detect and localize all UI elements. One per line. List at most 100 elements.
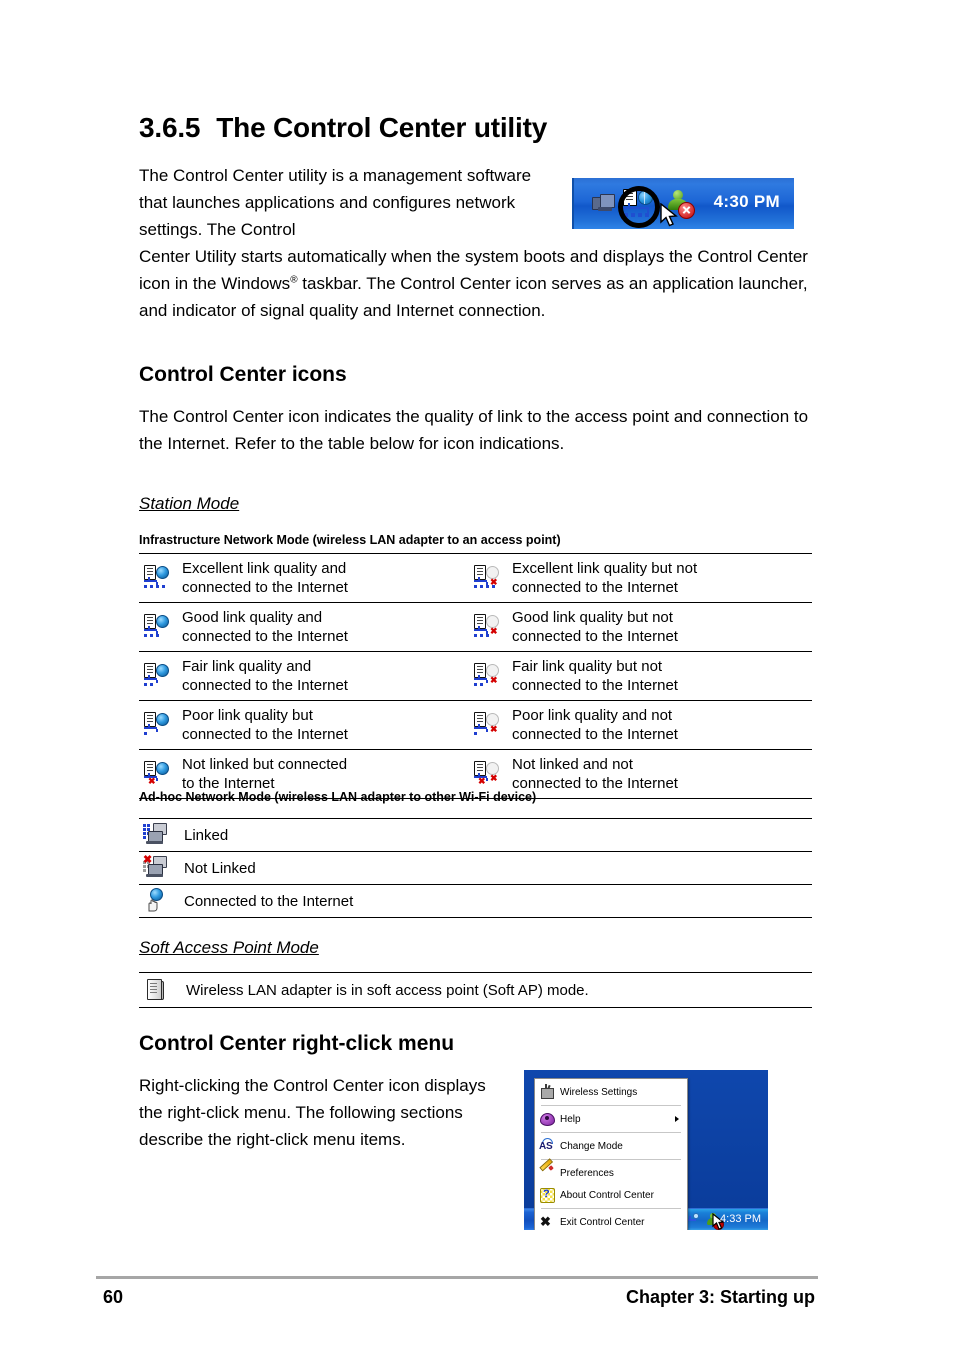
infrastructure-icon-table: Excellent link quality and connected to t… — [139, 553, 812, 799]
icon-description: Good link quality but not connected to th… — [512, 609, 678, 645]
screenshot-taskbar-clock: 4:33 PM — [720, 1213, 761, 1225]
menu-item-label: Change Mode — [560, 1140, 623, 1152]
icon-cell: Wireless LAN adapter is in soft access p… — [139, 973, 812, 1008]
page-title: 3.6.5 The Control Center utility — [139, 112, 547, 144]
table-row: Good link quality and connected to the In… — [139, 603, 812, 652]
menu-item-change-mode[interactable]: A S Change Mode — [535, 1135, 687, 1157]
icon-cell-right: ✖ Good link quality but not connected to t… — [469, 603, 812, 652]
network-connection-icon — [592, 194, 616, 214]
adhoc-linked-icon — [143, 822, 169, 848]
menu-item-label: Preferences — [560, 1167, 614, 1179]
station-link-icon: ✖ — [473, 564, 503, 592]
menu-separator — [541, 1208, 681, 1209]
soft-ap-mode-title: Soft Access Point Mode — [139, 938, 319, 957]
infrastructure-mode-caption: Infrastructure Network Mode (wireless LA… — [139, 533, 561, 547]
menu-item-exit-control-center[interactable]: ✖ Exit Control Center — [535, 1211, 687, 1230]
exit-x-icon: ✖ — [540, 1214, 551, 1229]
icon-description: Fair link quality but not connected to th… — [512, 658, 678, 694]
right-click-menu-paragraph: Right-clicking the Control Center icon d… — [139, 1076, 486, 1149]
icon-cell-left: Excellent link quality and connected to t… — [139, 554, 469, 603]
icon-cell-right: ✖ Fair link quality but not connected to t… — [469, 652, 812, 701]
menu-separator — [541, 1132, 681, 1133]
table-row: Poor link quality but connected to the In… — [139, 701, 812, 750]
table-row: Excellent link quality and connected to t… — [139, 553, 812, 603]
taskbar-tray-icons — [592, 185, 722, 228]
magnifier-ring-highlight — [618, 186, 660, 228]
right-click-menu-heading: Control Center right-click menu — [139, 1032, 455, 1055]
table-row: ✖ Not Linked — [139, 852, 812, 885]
menu-item-about-control-center[interactable]: ? About Control Center — [535, 1184, 687, 1206]
icon-description: Not linked and not connected to the Inter… — [512, 756, 678, 792]
menu-item-label: About Control Center — [560, 1189, 654, 1201]
icon-cell: Linked — [139, 819, 812, 852]
menu-item-preferences[interactable]: Preferences — [535, 1158, 687, 1184]
icon-description: Fair link quality and connected to the In… — [182, 658, 348, 694]
icon-description: Not linked but connected to the Internet — [182, 756, 348, 792]
icon-description: Wireless LAN adapter is in soft access p… — [186, 981, 589, 999]
table-row: Wireless LAN adapter is in soft access p… — [139, 972, 812, 1008]
taskbar-clock: 4:30 PM — [713, 192, 780, 211]
icon-cell-right: ✖ Excellent link quality but not connected… — [469, 554, 812, 603]
adhoc-icon-table: Linked ✖ Not Linked Connected to the Intern… — [139, 818, 812, 918]
footer-chapter: Chapter 3: Starting up — [625, 1287, 815, 1307]
menu-item-label: Help — [560, 1113, 581, 1125]
page-number: 60 — [103, 1287, 124, 1307]
soft-ap-icon-table: Wireless LAN adapter is in soft access p… — [139, 972, 812, 1008]
right-click-menu-screenshot: 4:33 PM Wireless Settings Help A S Change Mo… — [524, 1070, 768, 1230]
icon-cell-left: Good link quality and connected to the In… — [139, 603, 469, 652]
icon-cell-right: ✖ Poor link quality and not connected to t… — [469, 701, 812, 750]
icon-cell: Connected to the Internet — [139, 885, 812, 918]
menu-separator — [541, 1105, 681, 1106]
icon-description: Connected to the Internet — [184, 892, 354, 910]
help-book-icon — [539, 1111, 555, 1127]
icon-cell-left: Poor link quality but connected to the In… — [139, 701, 469, 750]
adhoc-internet-icon — [143, 888, 169, 914]
soft-ap-icon — [143, 977, 169, 1003]
station-link-icon — [143, 613, 173, 641]
taskbar-screenshot: 4:30 PM — [572, 178, 794, 229]
table-row: Connected to the Internet — [139, 885, 812, 918]
icon-description: Good link quality and connected to the In… — [182, 609, 348, 645]
station-link-icon: ✖ — [473, 662, 503, 690]
menu-item-help[interactable]: Help — [535, 1108, 687, 1130]
section-number: 3.6.5 — [139, 112, 201, 143]
adhoc-mode-caption: Ad-hoc Network Mode (wireless LAN adapte… — [139, 790, 537, 804]
menu-item-wireless-settings[interactable]: Wireless Settings — [535, 1081, 687, 1103]
document-page: 3.6.5 The Control Center utility The Cont… — [0, 0, 954, 1351]
control-center-icons-heading: Control Center icons — [139, 363, 347, 386]
icon-cell: ✖ Not Linked — [139, 852, 812, 885]
change-mode-icon: AS — [539, 1138, 555, 1154]
menu-item-label: Wireless Settings — [560, 1086, 638, 1098]
station-link-icon: ✖ ✖ — [473, 760, 503, 788]
control-center-icons-paragraph: The Control Center icon indicates the qu… — [139, 407, 809, 453]
station-link-icon: ✖ — [473, 613, 503, 641]
icon-cell-left: Fair link quality and connected to the In… — [139, 652, 469, 701]
preferences-pencil-icon — [539, 1158, 555, 1181]
icon-description: Poor link quality but connected to the In… — [182, 707, 348, 743]
wireless-settings-icon — [539, 1084, 555, 1100]
station-link-icon — [143, 564, 173, 592]
icon-description: Poor link quality and not connected to th… — [512, 707, 678, 743]
intro-paragraph-part1: The Control Center utility is a manageme… — [139, 166, 532, 239]
station-link-icon — [143, 662, 173, 690]
submenu-arrow-icon — [675, 1116, 679, 1122]
footer-divider — [96, 1276, 818, 1279]
about-question-icon: ? — [539, 1187, 555, 1203]
table-row: Linked — [139, 818, 812, 852]
table-row: Fair link quality and connected to the In… — [139, 652, 812, 701]
menu-item-label: Exit Control Center — [560, 1216, 645, 1228]
intro-paragraph-part2: Center Utility starts automatically when… — [139, 243, 811, 324]
icon-description: Excellent link quality and connected to t… — [182, 560, 348, 596]
station-link-icon: ✖ — [143, 760, 173, 788]
icon-description: Not Linked — [184, 859, 256, 877]
station-mode-title: Station Mode — [139, 494, 240, 513]
context-menu[interactable]: Wireless Settings Help A S Change Mode Prefer… — [534, 1078, 688, 1230]
menu-separator — [541, 1159, 681, 1160]
station-link-icon: ✖ — [473, 711, 503, 739]
icon-description: Excellent link quality but not connected … — [512, 560, 698, 596]
station-link-icon — [143, 711, 173, 739]
registered-mark: ® — [290, 274, 298, 286]
section-title: The Control Center utility — [216, 112, 548, 143]
adhoc-not-linked-icon: ✖ — [143, 855, 169, 881]
icon-description: Linked — [184, 826, 229, 844]
